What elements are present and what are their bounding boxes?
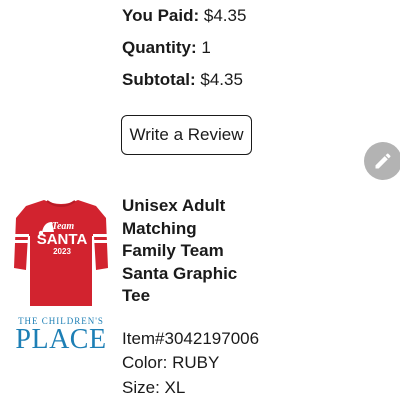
quantity-label: Quantity: — [122, 38, 197, 57]
pencil-icon — [375, 153, 391, 169]
item-number: Item#3042197006 — [122, 329, 260, 348]
subtotal-value: $4.35 — [200, 70, 243, 89]
brand-logo: THE CHILDREN'S PLACE — [14, 316, 108, 354]
quantity-row: Quantity: 1 — [122, 38, 211, 58]
write-review-button[interactable]: Write a Review — [121, 115, 252, 155]
quantity-value: 1 — [201, 38, 211, 57]
item-color: Color: RUBY — [122, 353, 220, 372]
brand-logo-bottom: PLACE — [15, 324, 107, 355]
item-size: Size: XL — [122, 378, 186, 397]
edit-button[interactable] — [364, 142, 400, 180]
graphic-line2: SANTA — [37, 231, 88, 248]
order-detail-page: You Paid: $4.35 Quantity: 1 Subtotal: $4… — [0, 0, 400, 400]
you-paid-value: $4.35 — [203, 6, 247, 25]
graphic-line3: 2023 — [53, 247, 71, 256]
subtotal-row: Subtotal: $4.35 — [122, 70, 243, 90]
you-paid-row: You Paid: $4.35 — [122, 6, 246, 26]
subtotal-label: Subtotal: — [122, 70, 196, 89]
product-title[interactable]: Unisex Adult Matching Family Team Santa … — [122, 195, 252, 308]
product-image[interactable]: Team SANTA 2023 — [14, 196, 108, 308]
you-paid-label: You Paid: — [122, 6, 200, 25]
